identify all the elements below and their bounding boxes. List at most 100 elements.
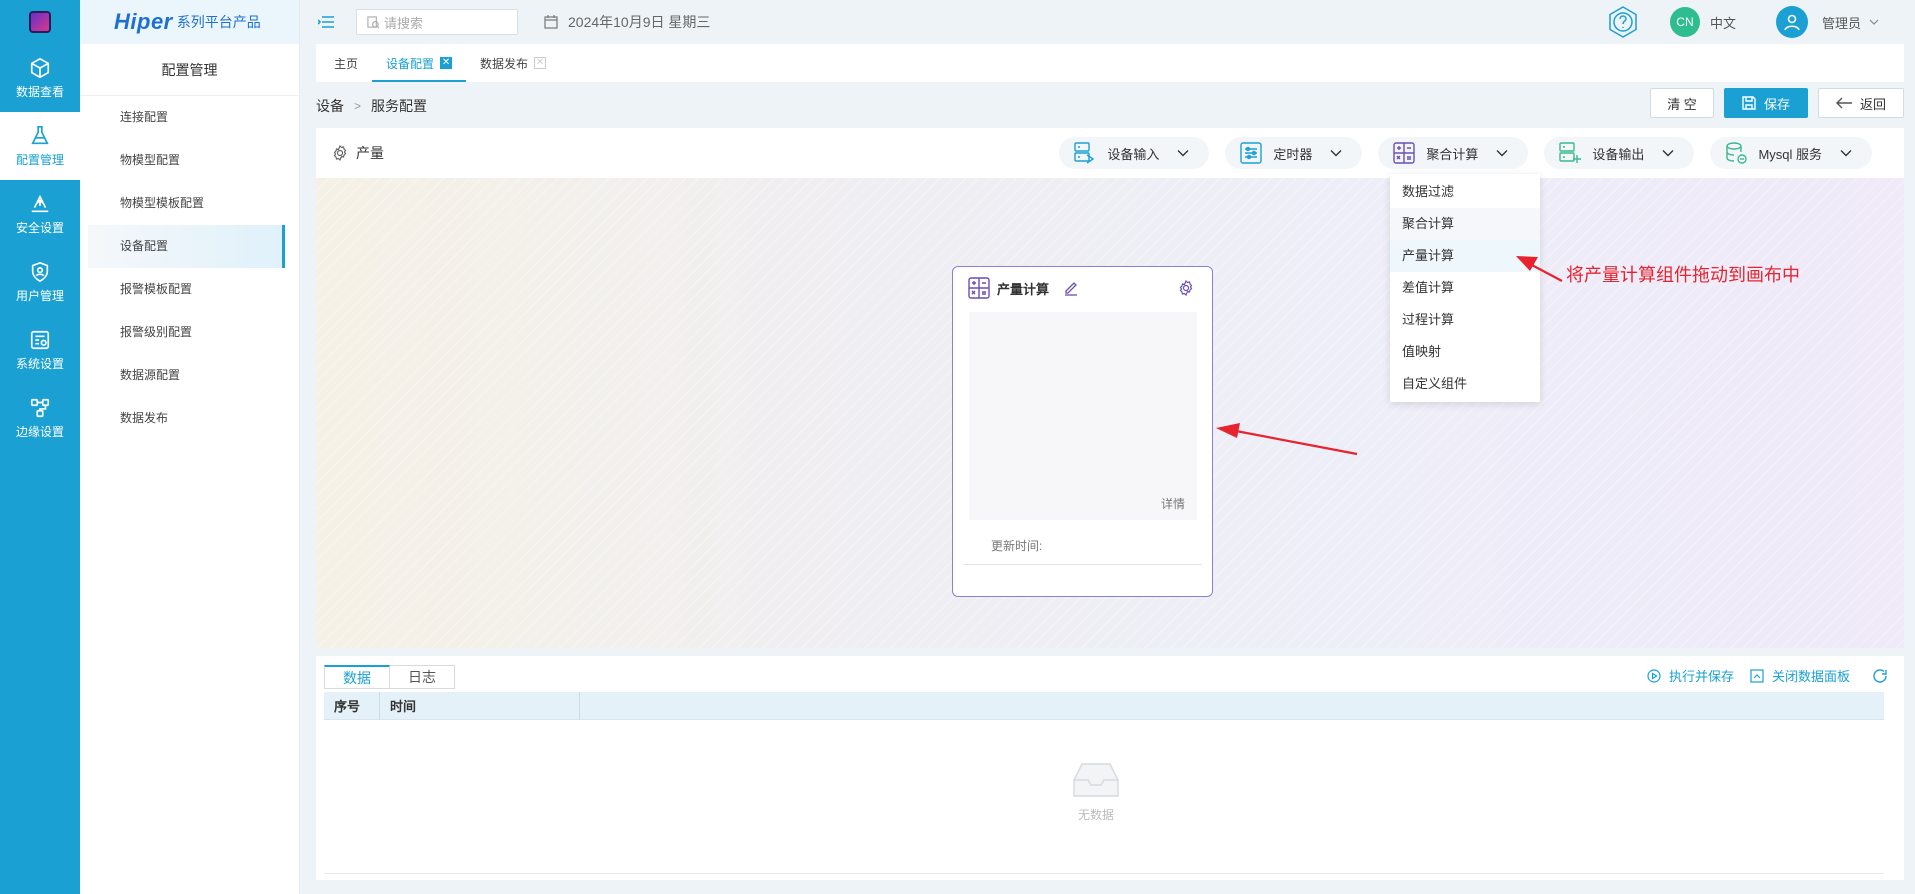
subnav-title: 配置管理 [80,44,299,96]
tab-home[interactable]: 主页 [320,44,372,82]
chevron-down-icon [1662,150,1674,157]
close-icon[interactable]: ✕ [440,57,453,69]
header-right: CN 中文 管理员 [1606,0,1879,44]
chevron-down-icon [1840,150,1852,157]
back-button[interactable]: 返回 [1818,88,1904,118]
close-data-panel-button[interactable]: 关闭数据面板 [1750,666,1850,685]
subnav-item-device-config[interactable]: 设备配置 [88,225,285,268]
rail-item-config[interactable]: 配置管理 [0,112,80,180]
tool-timer[interactable]: 定时器 [1225,137,1363,169]
data-table: 序号 时间 [324,691,1884,720]
user-name[interactable]: 管理员 [1822,13,1861,32]
tab-log[interactable]: 日志 [390,665,455,689]
gear-icon[interactable] [332,145,348,161]
clear-button[interactable]: 清 空 [1650,88,1714,118]
edit-icon[interactable] [1063,280,1079,296]
language-badge[interactable]: CN [1669,7,1700,37]
shield-upload-icon [31,194,49,212]
current-date: 2024年10月9日 星期三 [544,12,710,32]
menu-item-data-filter[interactable]: 数据过滤 [1390,176,1540,208]
tab-device-config[interactable]: 设备配置 ✕ [372,44,467,82]
tool-device-output[interactable]: 设备输出 [1544,137,1695,169]
subnav-item-alarm-level[interactable]: 报警级别配置 [88,311,285,354]
empty-inbox-icon [1073,763,1119,797]
menu-item-value-mapping[interactable]: 值映射 [1390,336,1540,368]
breadcrumb-item: 服务配置 [371,98,428,114]
output-calc-node[interactable]: 产量计算 详情 更新时间: [952,266,1213,597]
tool-mysql-service[interactable]: Mysql 服务 [1710,137,1872,169]
chevron-down-icon [1177,150,1189,157]
timer-icon [1240,142,1263,164]
panel-title: 产量 [356,145,384,161]
save-label: 保存 [1763,96,1790,112]
gear-icon[interactable] [1178,280,1194,296]
user-icon [1784,14,1800,31]
calendar-icon [544,15,558,29]
empty-state: 无数据 [316,760,1876,823]
subnav-item-thing-model[interactable]: 物模型配置 [88,139,285,182]
save-button[interactable]: 保存 [1724,88,1808,118]
settings-panel-icon [30,330,50,349]
app-logo[interactable] [0,0,80,44]
menu-item-process-calc[interactable]: 过程计算 [1390,304,1540,336]
edge-nodes-icon [30,398,50,417]
rail-item-edge[interactable]: 边缘设置 [0,384,80,452]
subnav-item-alarm-template[interactable]: 报警模板配置 [88,268,285,311]
run-save-label: 执行并保存 [1668,669,1734,684]
device-output-icon [1559,142,1582,163]
tool-label: 定时器 [1273,146,1313,162]
language-label[interactable]: 中文 [1710,13,1736,32]
menu-item-custom-component[interactable]: 自定义组件 [1390,368,1540,400]
help-hexagon-icon[interactable] [1606,5,1640,39]
menu-toggle-icon[interactable] [318,16,334,28]
search-box[interactable]: 请搜索 [356,9,518,35]
node-detail-link[interactable]: 详情 [1161,495,1185,512]
rail-item-label: 数据查看 [15,84,64,99]
menu-item-output-calc[interactable]: 产量计算 [1390,240,1540,272]
back-label: 返回 [1859,96,1886,112]
close-icon[interactable]: ✕ [534,57,547,69]
subnav-item-data-publish[interactable]: 数据发布 [88,397,285,440]
component-toolbar: 设备输入 定时器 聚合计算 设备输出 Mysql 服务 [1043,137,1872,169]
menu-item-diff-calc[interactable]: 差值计算 [1390,272,1540,304]
rail-item-label: 系统设置 [15,356,64,371]
breadcrumb-item[interactable]: 设备 [316,96,344,116]
close-panel-label: 关闭数据面板 [1771,669,1850,684]
rail-item-security[interactable]: 安全设置 [0,180,80,248]
save-icon [1742,96,1756,110]
search-doc-icon [367,15,380,28]
node-header: 产量计算 [953,267,1212,309]
tool-aggregate[interactable]: 聚合计算 [1378,137,1529,169]
panel-header: 产量 设备输入 定时器 聚合计算 设备输出 Mysql 服务 [316,128,1904,178]
run-and-save-button[interactable]: 执行并保存 [1647,666,1734,685]
refresh-icon[interactable] [1872,668,1888,684]
menu-item-aggregate[interactable]: 聚合计算 [1390,208,1540,240]
brand-name: Hiper [114,9,173,34]
tab-data[interactable]: 数据 [324,665,390,689]
subnav-item-thing-model-template[interactable]: 物模型模板配置 [88,182,285,225]
brand-subtitle: 系列平台产品 [176,14,261,30]
subnav-item-datasource[interactable]: 数据源配置 [88,354,285,397]
data-panel-actions: 执行并保存 关闭数据面板 [1631,666,1888,685]
device-input-icon [1074,142,1095,164]
tool-device-input[interactable]: 设备输入 [1059,137,1210,169]
avatar[interactable] [1775,6,1808,38]
collapse-icon [1750,668,1764,683]
aggregate-dropdown-menu: 数据过滤 聚合计算 产量计算 差值计算 过程计算 值映射 自定义组件 [1390,174,1540,402]
tab-label: 主页 [334,56,359,71]
rail-item-label: 配置管理 [15,152,64,167]
data-panel-divider [324,873,1884,874]
tab-data-publish[interactable]: 数据发布 ✕ [466,44,560,82]
column-header-index: 序号 [324,691,380,720]
rail-item-system[interactable]: 系统设置 [0,316,80,384]
page-tabs: 主页 设备配置 ✕ 数据发布 ✕ [316,44,1904,82]
chevron-down-icon[interactable] [1869,17,1879,27]
page-actions: 清 空 保存 返回 [1640,88,1904,118]
rail-item-users[interactable]: 用户管理 [0,248,80,316]
data-panel: 数据 日志 执行并保存 关闭数据面板 序号 时间 无数据 [316,656,1904,880]
subnav-item-connection[interactable]: 连接配置 [88,96,285,139]
node-body: 详情 [969,312,1197,520]
table-header: 序号 时间 [324,691,1884,720]
calculator-icon [1393,142,1416,164]
rail-item-data-view[interactable]: 数据查看 [0,44,80,112]
